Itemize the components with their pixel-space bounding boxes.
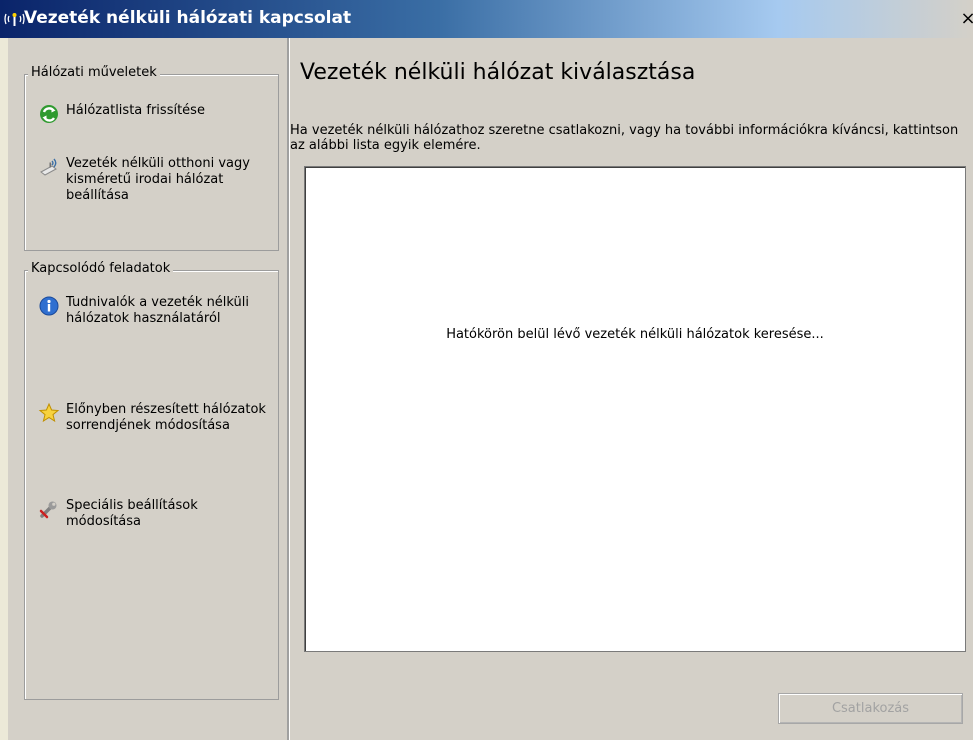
advanced-settings-link[interactable]: Speciális beállítások módosítása: [38, 498, 268, 530]
change-preferred-order-label: Előnyben részesített hálózatok sorrendjé…: [66, 402, 266, 433]
connect-button[interactable]: Csatlakozás: [778, 693, 963, 724]
main-pane: Vezeték nélküli hálózat kiválasztása Ha …: [290, 38, 973, 740]
network-tasks-group: Hálózati műveletek Hálózatlista frissíté…: [24, 65, 279, 251]
refresh-network-list-label: Hálózatlista frissítése: [66, 103, 205, 118]
page-title: Vezeték nélküli hálózat kiválasztása: [300, 60, 696, 85]
wrench-icon: [39, 501, 57, 519]
task-pane: Hálózati műveletek Hálózatlista frissíté…: [8, 38, 287, 740]
searching-status-text: Hatókörön belül lévő vezeték nélküli hál…: [446, 327, 824, 342]
refresh-network-list-link[interactable]: Hálózatlista frissítése: [38, 103, 268, 125]
wireless-connection-window: Vezeték nélküli hálózati kapcsolat × Hál…: [0, 0, 973, 740]
wireless-antenna-icon: [4, 13, 25, 26]
wireless-setup-icon: [40, 158, 57, 176]
related-tasks-legend: Kapcsolódó feladatok: [28, 261, 174, 276]
related-tasks-group: Kapcsolódó feladatok Tudnivalók a vezeté…: [24, 261, 279, 700]
learn-about-wireless-link[interactable]: Tudnivalók a vezeték nélküli hálózatok h…: [38, 295, 268, 327]
info-icon: [39, 296, 59, 316]
title-bar[interactable]: Vezeték nélküli hálózati kapcsolat ×: [0, 0, 973, 38]
close-button[interactable]: ×: [957, 8, 973, 30]
learn-about-wireless-label: Tudnivalók a vezeték nélküli hálózatok h…: [66, 295, 250, 326]
advanced-settings-label: Speciális beállítások módosítása: [66, 498, 198, 529]
instructions-text: Ha vezeték nélküli hálózathoz szeretne c…: [290, 123, 959, 153]
star-icon: [38, 402, 60, 423]
network-tasks-legend: Hálózati műveletek: [28, 65, 160, 80]
setup-wireless-network-link[interactable]: Vezeték nélküli otthoni vagy kisméretű i…: [38, 156, 268, 204]
window-title: Vezeték nélküli hálózati kapcsolat: [24, 8, 352, 28]
change-preferred-order-link[interactable]: Előnyben részesített hálózatok sorrendjé…: [38, 402, 268, 434]
setup-wireless-network-label: Vezeték nélküli otthoni vagy kisméretű i…: [66, 156, 250, 203]
network-list[interactable]: Hatókörön belül lévő vezeték nélküli hál…: [304, 166, 966, 652]
refresh-icon: [40, 105, 58, 123]
